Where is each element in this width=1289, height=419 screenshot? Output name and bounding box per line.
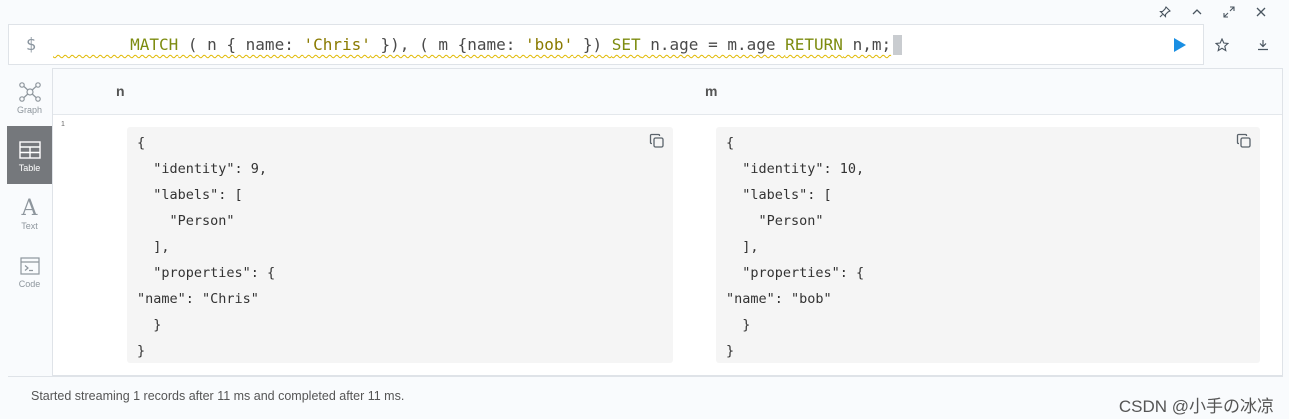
download-button[interactable] xyxy=(1251,35,1275,55)
column-header-n: n xyxy=(116,83,125,99)
row-number: 1 xyxy=(61,121,65,128)
status-text: Started streaming 1 records after 11 ms … xyxy=(31,389,405,403)
table-cell-m: { "identity": 10, "labels": [ "Person" ]… xyxy=(716,127,1260,363)
sidebar-item-graph[interactable]: Graph xyxy=(7,68,52,126)
status-bar: Started streaming 1 records after 11 ms … xyxy=(8,376,1283,414)
play-icon xyxy=(1174,38,1186,52)
code-icon xyxy=(19,253,40,279)
json-value: { "identity": 10, "labels": [ "Person" ]… xyxy=(726,135,865,359)
query-token: MATCH xyxy=(130,35,179,54)
run-button[interactable] xyxy=(1168,35,1192,55)
fullscreen-icon[interactable] xyxy=(1213,3,1245,21)
result-frame: $ MATCH ( n { name: 'Chris' }), ( m {nam… xyxy=(0,0,1289,419)
column-header-m: m xyxy=(705,83,718,99)
query-token: n.age = m.age xyxy=(640,35,786,54)
sidebar-item-text[interactable]: A Text xyxy=(7,184,52,242)
query-token: ( n { name: xyxy=(178,35,304,54)
query-token: SET xyxy=(611,35,641,54)
query-token: n,m; xyxy=(842,35,892,54)
sidebar-item-label: Graph xyxy=(16,105,42,115)
editor-prompt: $ xyxy=(25,34,37,55)
sidebar-item-table[interactable]: Table xyxy=(7,126,52,184)
watermark: CSDN @小手の冰凉 xyxy=(1118,397,1274,416)
collapse-icon[interactable] xyxy=(1181,3,1213,21)
copy-icon[interactable] xyxy=(649,133,665,149)
pin-icon[interactable] xyxy=(1149,3,1181,21)
query-token: 'bob' xyxy=(525,35,574,54)
table-icon xyxy=(18,137,41,163)
json-value: { "identity": 9, "labels": [ "Person" ],… xyxy=(137,135,276,359)
query-editor[interactable]: $ MATCH ( n { name: 'Chris' }), ( m {nam… xyxy=(8,24,1204,65)
query-token: }) xyxy=(573,35,612,54)
query-token: RETURN xyxy=(785,35,843,54)
close-icon[interactable] xyxy=(1245,3,1277,21)
text-cursor xyxy=(893,34,903,55)
favorite-button[interactable] xyxy=(1210,35,1234,55)
copy-icon[interactable] xyxy=(1236,133,1252,149)
sidebar-item-label: Code xyxy=(18,279,41,289)
view-sidebar: Graph Table A Text Code xyxy=(7,68,52,376)
result-table: n m 1 { "identity": 9, "labels": [ "Pers… xyxy=(52,68,1283,376)
query-text[interactable]: MATCH ( n { name: 'Chris' }), ( m {name:… xyxy=(53,16,903,73)
text-icon: A xyxy=(21,195,38,221)
sidebar-item-code[interactable]: Code xyxy=(7,242,52,300)
download-icon xyxy=(1258,40,1268,51)
table-cell-n: { "identity": 9, "labels": [ "Person" ],… xyxy=(127,127,673,363)
table-header: n m xyxy=(53,69,1282,115)
star-icon xyxy=(1215,38,1229,52)
sidebar-item-label: Table xyxy=(18,163,41,173)
query-token: 'Chris' xyxy=(303,35,371,54)
sidebar-item-label: Text xyxy=(21,221,38,231)
query-token: }), ( m {name: xyxy=(370,35,526,54)
window-controls xyxy=(1149,3,1277,21)
graph-icon xyxy=(18,79,42,105)
